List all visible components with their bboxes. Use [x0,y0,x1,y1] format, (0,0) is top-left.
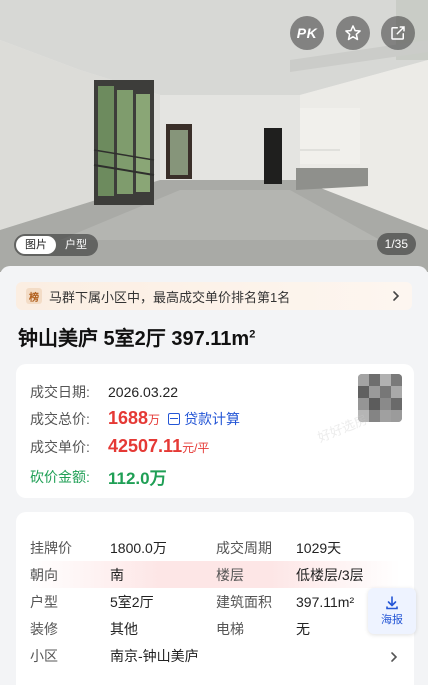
detail-value: 1029天 [296,539,342,556]
deal-total-number: 1688 [108,408,149,428]
favorite-button[interactable] [336,16,370,50]
rank-text: 马群下属小区中，最高成交单价排名第1名 [49,289,291,305]
detail-label: 小区 [30,647,58,664]
detail-row: 朝向 南 楼层 低楼层/3层 [30,561,400,588]
detail-label: 挂牌价 [30,539,72,556]
deal-total-label: 成交总价: [30,410,90,427]
loan-calculator-link[interactable]: 贷款计算 [168,409,240,429]
detail-row: 装修 其他 电梯 无 [30,615,400,642]
listing-title-text: 钟山美庐 5室2厅 397.11m [18,328,250,350]
deal-unit-price-number: 42507.11 [108,436,183,456]
calculator-icon [168,412,181,425]
deal-date-row: 成交日期: 2026.03.22 [30,382,178,402]
detail-label: 装修 [30,620,58,637]
media-type-switch: 图片 户型 [14,234,98,256]
detail-label: 电梯 [216,620,244,637]
detail-value: 低楼层/3层 [296,566,364,583]
details-grid: 挂牌价 1800.0万 成交周期 1029天 朝向 南 楼层 低楼层/3层 户型… [30,534,400,669]
detail-label: 户型 [30,593,58,610]
deal-bargain-label: 砍价金额: [30,468,90,485]
detail-label: 成交周期 [216,539,272,556]
detail-value: 其他 [110,620,138,637]
detail-value: 南 [110,566,124,583]
rank-tag: 榜 [26,288,42,304]
tab-floorplan[interactable]: 户型 [56,236,96,254]
deal-unit-price-value: 42507.11元/平 [108,436,209,457]
deal-unit-price-label: 成交单价: [30,438,90,455]
chevron-right-icon [391,652,398,662]
tab-photos[interactable]: 图片 [16,236,56,254]
area-unit-superscript: 2 [249,328,256,341]
agent-avatar[interactable] [358,374,402,422]
property-photo-gallery[interactable]: PK 图片 户型 1/35 [0,0,428,272]
property-details-card: 挂牌价 1800.0万 成交周期 1029天 朝向 南 楼层 低楼层/3层 户型… [16,512,414,685]
detail-label: 朝向 [30,566,58,583]
detail-value: 无 [296,620,310,637]
deal-total-unit: 万 [148,413,161,427]
poster-button[interactable]: 海报 [368,588,416,634]
detail-label: 楼层 [216,566,244,583]
loan-calculator-label: 贷款计算 [184,410,241,427]
detail-value: 5室2厅 [110,593,154,610]
community-row[interactable]: 小区 南京-钟山美庐 [30,642,400,669]
detail-label: 建筑面积 [216,593,272,610]
photo-counter: 1/35 [376,233,416,255]
listing-title: 钟山美庐 5室2厅 397.11m2 [18,322,255,351]
poster-label: 海报 [381,614,403,626]
deal-total-value: 1688万 [108,408,160,429]
detail-row: 户型 5室2厅 建筑面积 397.11m² [30,588,400,615]
detail-sheet: 榜 马群下属小区中，最高成交单价排名第1名 钟山美庐 5室2厅 397.11m2… [0,266,428,685]
deal-unit-price-suffix: 元/平 [182,441,210,455]
detail-value: 1800.0万 [110,539,167,556]
deal-bargain-row: 砍价金额: 112.0万 [30,464,167,489]
star-icon [345,25,361,41]
rank-banner[interactable]: 榜 马群下属小区中，最高成交单价排名第1名 [16,282,412,310]
chevron-right-icon [393,291,400,301]
community-link[interactable]: 南京-钟山美庐 [110,646,310,666]
share-icon [391,26,405,40]
pk-compare-button[interactable]: PK [290,16,324,50]
deal-date-value: 2026.03.22 [108,384,179,400]
share-button[interactable] [381,16,415,50]
deal-unit-price-row: 成交单价: 42507.11元/平 [30,436,209,457]
detail-row: 挂牌价 1800.0万 成交周期 1029天 [30,534,400,561]
download-icon [386,596,398,610]
deal-summary-card: 成交日期: 2026.03.22 成交总价: 1688万 贷款计算 成交单价: … [16,364,414,498]
deal-total-row: 成交总价: 1688万 贷款计算 [30,408,240,429]
deal-bargain-value: 112.0万 [108,469,167,488]
deal-date-label: 成交日期: [30,384,90,400]
detail-value: 397.11m² [296,593,355,610]
